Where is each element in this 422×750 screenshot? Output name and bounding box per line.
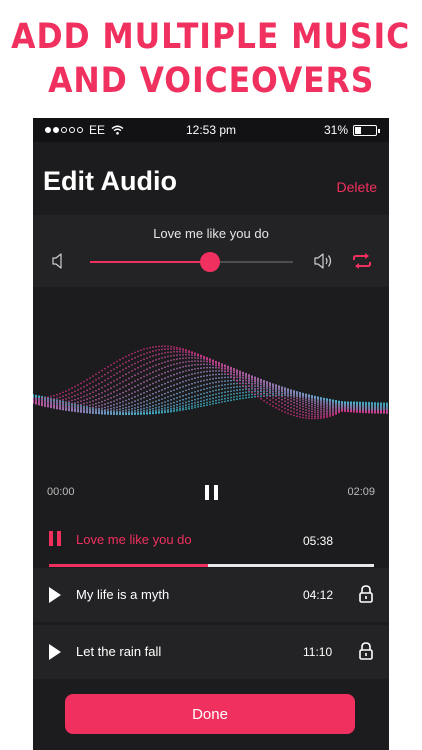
track-progress-bar[interactable] bbox=[49, 564, 374, 567]
battery-fill bbox=[355, 126, 362, 134]
lock-icon[interactable] bbox=[358, 641, 374, 661]
waveform-visualization bbox=[33, 345, 388, 420]
delete-button[interactable]: Delete bbox=[337, 179, 377, 195]
player-controls: Love me like you do bbox=[33, 215, 389, 287]
status-bar: EE 12:53 pm 31% bbox=[33, 118, 389, 142]
total-time: 02:09 bbox=[347, 486, 375, 498]
done-button[interactable]: Done bbox=[65, 694, 355, 734]
track-name: Let the rain fall bbox=[76, 644, 162, 659]
battery-percent: 31% bbox=[323, 123, 348, 137]
track-duration: 05:38 bbox=[303, 534, 334, 548]
elapsed-time: 00:00 bbox=[47, 486, 75, 498]
page-title: Edit Audio bbox=[43, 166, 177, 196]
current-track-name: Love me like you do bbox=[153, 226, 269, 241]
volume-high-icon[interactable] bbox=[313, 252, 335, 270]
lock-icon[interactable] bbox=[358, 584, 374, 604]
track-name: My life is a myth bbox=[76, 587, 170, 602]
play-icon[interactable] bbox=[49, 644, 61, 660]
track-row[interactable]: Love me like you do 05:38 bbox=[33, 512, 389, 566]
pause-icon[interactable] bbox=[205, 485, 218, 500]
track-duration: 11:10 bbox=[303, 645, 333, 659]
battery-group: 31% bbox=[323, 123, 380, 137]
track-row[interactable]: Let the rain fall 11:10 bbox=[33, 625, 389, 679]
phone-screen: EE 12:53 pm 31% Edit Audio Delete Love m… bbox=[33, 118, 389, 750]
pause-icon[interactable] bbox=[49, 531, 61, 546]
play-icon[interactable] bbox=[49, 587, 61, 603]
volume-slider[interactable] bbox=[90, 252, 293, 272]
track-progress-fill bbox=[49, 564, 209, 567]
battery-icon bbox=[353, 124, 380, 136]
volume-slider-fill bbox=[90, 261, 210, 263]
volume-slider-thumb[interactable] bbox=[199, 252, 220, 272]
volume-low-icon[interactable] bbox=[51, 252, 67, 270]
promo-line-2: AND VOICEOVERS bbox=[47, 61, 375, 101]
repeat-icon[interactable] bbox=[351, 252, 373, 270]
promo-line-1: ADD MULTIPLE MUSIC bbox=[11, 17, 411, 57]
track-name: Love me like you do bbox=[76, 532, 192, 547]
track-row[interactable]: My life is a myth 04:12 bbox=[33, 568, 389, 622]
track-duration: 04:12 bbox=[303, 588, 334, 602]
promo-headline: ADD MULTIPLE MUSIC AND VOICEOVERS bbox=[0, 0, 422, 118]
